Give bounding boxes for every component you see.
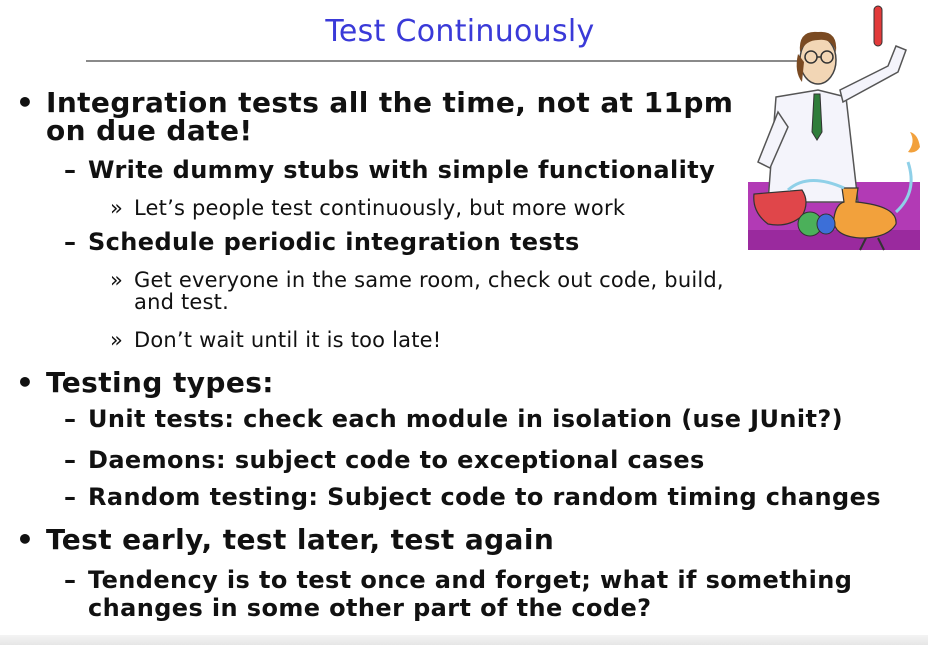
slide-body: • Integration tests all the time, not at …	[0, 0, 928, 645]
level-1-marker: •	[16, 523, 35, 556]
bullet-level-2-text: Random testing: Subject code to random t…	[88, 483, 881, 511]
footer-bar	[0, 635, 928, 645]
bullet-level-3-text: Don’t wait until it is too late!	[134, 328, 442, 352]
level-3-marker: »	[110, 328, 124, 352]
bullet-level-2-text: changes in some other part of the code?	[88, 594, 652, 622]
level-1-marker: •	[16, 366, 35, 399]
bullet-level-2-text: Write dummy stubs with simple functional…	[88, 156, 716, 184]
level-2-marker: –	[64, 483, 77, 511]
level-1-marker: •	[16, 86, 35, 119]
bullet-level-2-text: Schedule periodic integration tests	[88, 228, 580, 256]
level-2-marker: –	[64, 156, 77, 184]
level-2-marker: –	[64, 405, 77, 433]
bullet-level-2-text: Daemons: subject code to exceptional cas…	[88, 446, 705, 474]
bullet-level-1-text: on due date!	[46, 114, 253, 147]
level-3-marker: »	[110, 196, 124, 220]
slide: Test Continuously • Integration tests al…	[0, 0, 928, 645]
bullet-level-1-text: Testing types:	[46, 366, 274, 399]
bullet-level-3-text: Get everyone in the same room, check out…	[134, 268, 724, 292]
bullet-level-2-text: Tendency is to test once and forget; wha…	[88, 566, 853, 594]
bullet-level-2-text: Unit tests: check each module in isolati…	[88, 405, 844, 433]
level-3-marker: »	[110, 268, 124, 292]
level-2-marker: –	[64, 228, 77, 256]
bullet-level-3-text: Let’s people test continuously, but more…	[134, 196, 626, 220]
bullet-level-3-text: and test.	[134, 290, 229, 314]
level-2-marker: –	[64, 446, 77, 474]
bullet-level-1-text: Test early, test later, test again	[46, 523, 555, 556]
level-2-marker: –	[64, 566, 77, 594]
